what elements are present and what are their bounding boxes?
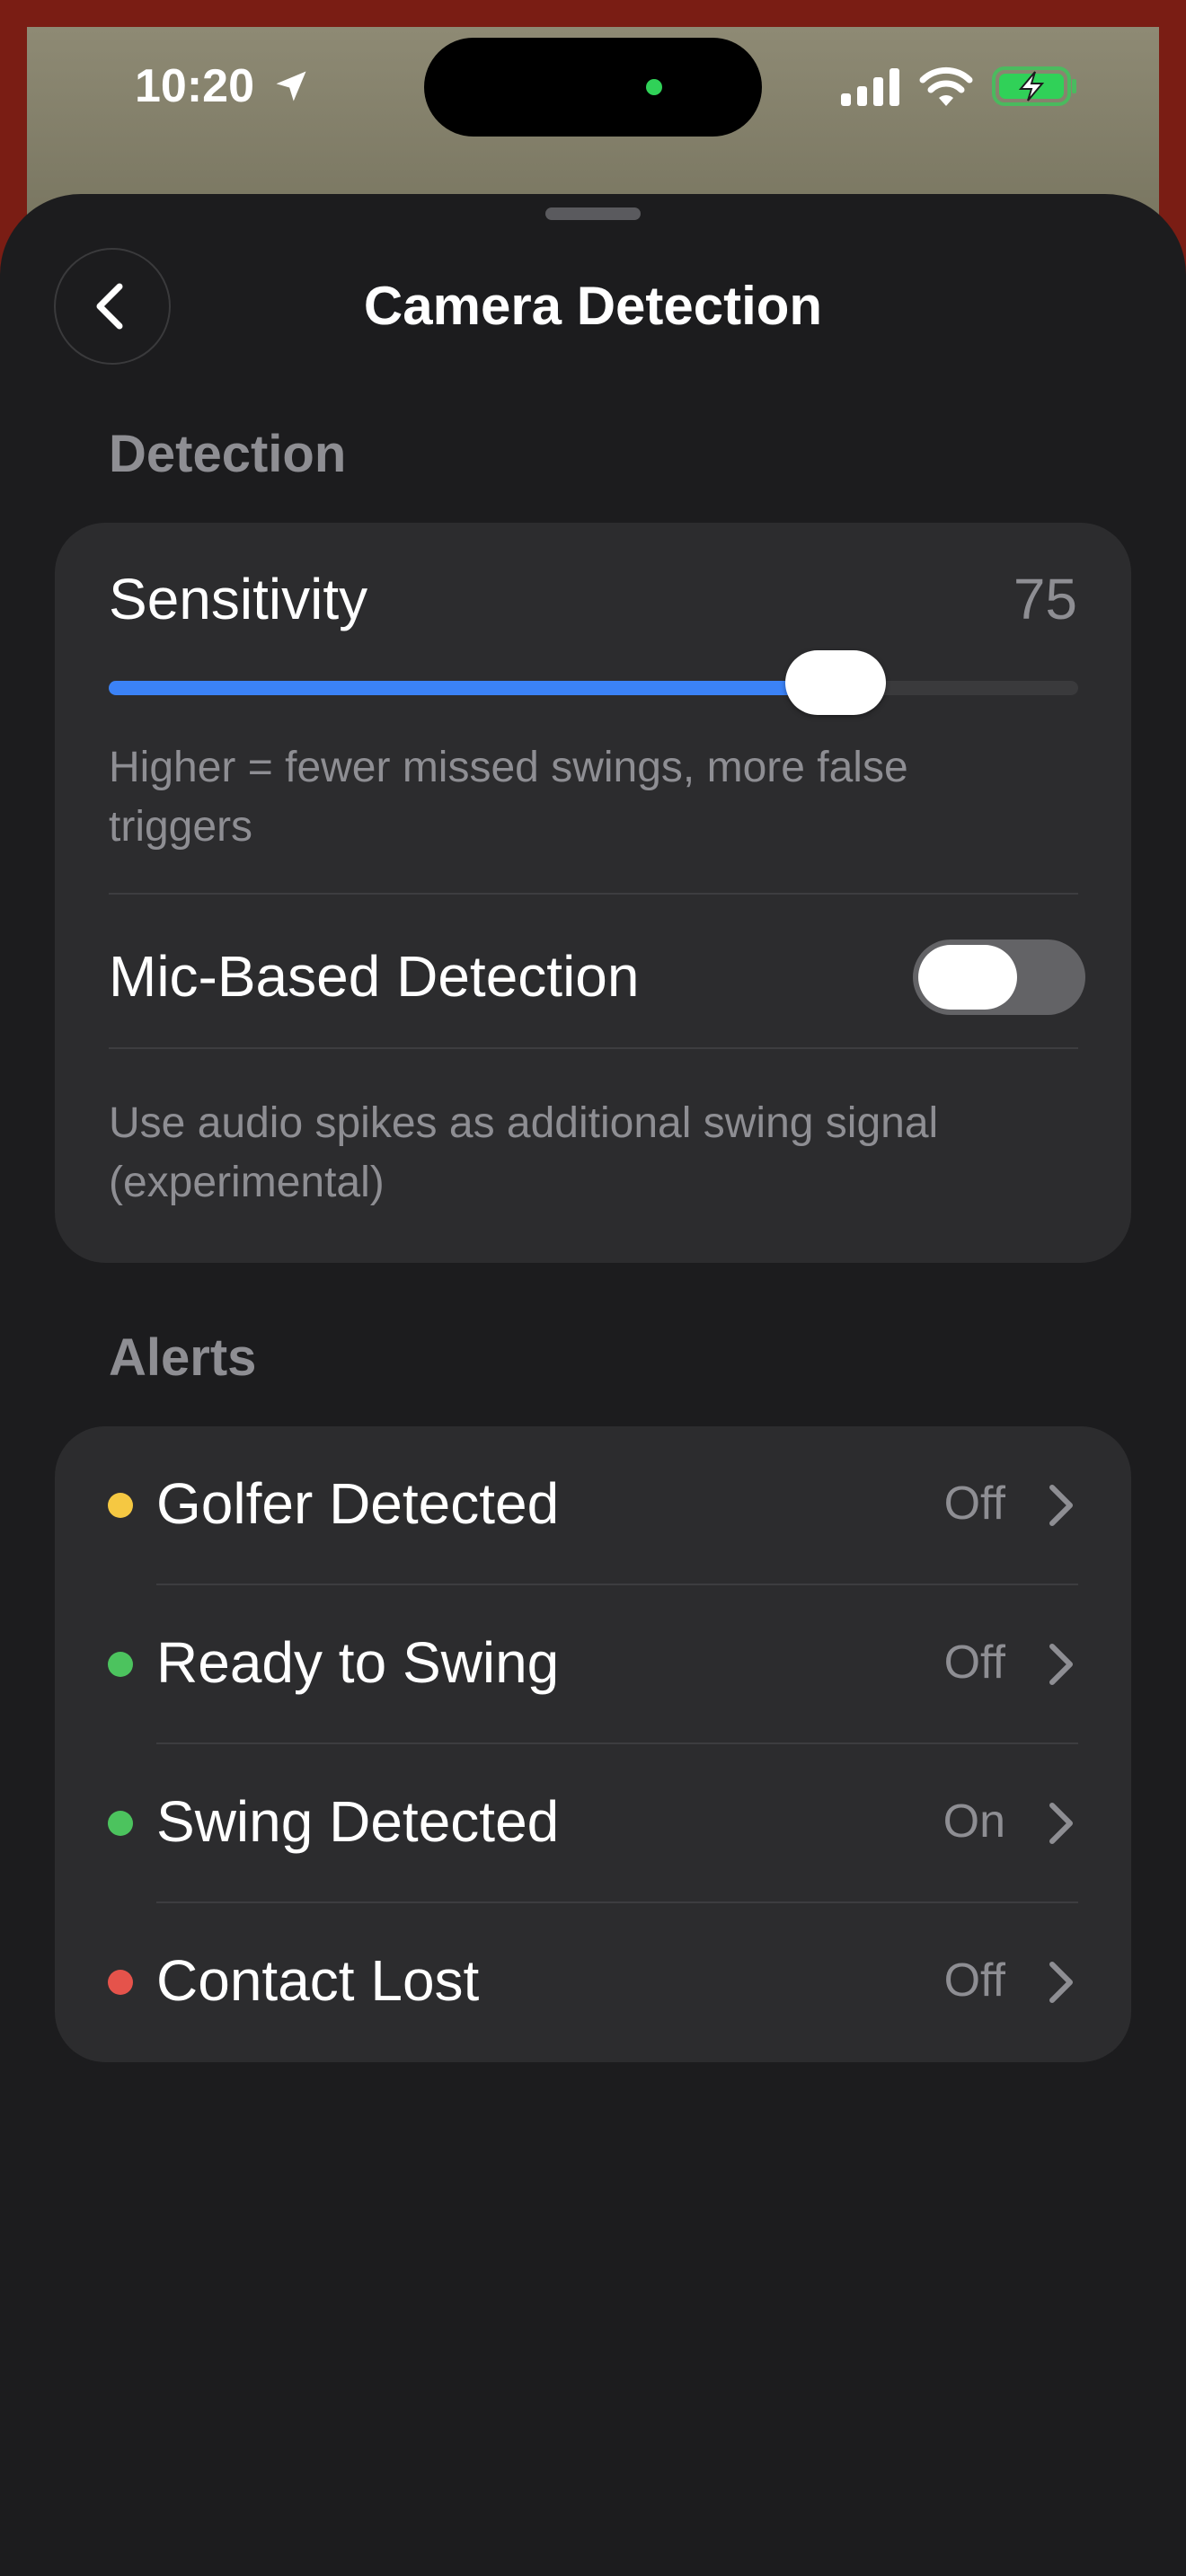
divider [109, 1047, 1078, 1049]
divider [109, 893, 1078, 895]
dynamic-island [424, 38, 762, 137]
alert-row-golfer-detected[interactable]: Golfer Detected Off [55, 1426, 1131, 1585]
cellular-signal-icon [841, 68, 899, 106]
alert-label: Golfer Detected [156, 1471, 560, 1536]
sensitivity-slider[interactable] [109, 650, 1078, 715]
settings-sheet: Camera Detection Detection Sensitivity 7… [0, 194, 1186, 2576]
status-bar: 10:20 [0, 0, 1186, 180]
page-title: Camera Detection [363, 276, 823, 336]
location-arrow-icon [276, 71, 306, 101]
status-dot [108, 1493, 133, 1518]
sensitivity-hint: Higher = fewer missed swings, more false… [109, 744, 908, 851]
sensitivity-label: Sensitivity [109, 567, 368, 631]
chevron-right-icon [1049, 1803, 1073, 1844]
alert-status: On [943, 1795, 1005, 1848]
alert-status: Off [943, 1636, 1005, 1689]
alert-row-contact-lost[interactable]: Contact Lost Off [55, 1903, 1131, 2062]
alert-label: Contact Lost [156, 1948, 480, 2013]
section-header-alerts: Alerts [109, 1328, 257, 1387]
toggle-knob [918, 945, 1017, 1010]
battery-charging-icon [992, 66, 1076, 106]
slider-thumb[interactable] [785, 650, 887, 715]
wifi-icon [919, 66, 973, 106]
status-dot [108, 1811, 133, 1836]
alert-row-swing-detected[interactable]: Swing Detected On [55, 1744, 1131, 1903]
alert-row-ready-to-swing[interactable]: Ready to Swing Off [55, 1585, 1131, 1744]
status-dot [108, 1970, 133, 1995]
mic-detection-label: Mic-Based Detection [109, 944, 640, 1009]
chevron-right-icon [1049, 1644, 1073, 1685]
alert-status: Off [943, 1954, 1005, 2007]
alert-label: Swing Detected [156, 1789, 560, 1854]
detection-card: Sensitivity 75 Higher = fewer missed swi… [55, 523, 1131, 1263]
mic-detection-toggle[interactable] [913, 940, 1085, 1015]
alert-label: Ready to Swing [156, 1630, 560, 1695]
chevron-right-icon [1049, 1485, 1073, 1526]
status-dot [108, 1652, 133, 1677]
sensitivity-value: 75 [1013, 567, 1077, 631]
mic-detection-hint: Use audio spikes as additional swing sig… [109, 1099, 939, 1206]
section-header-detection: Detection [109, 425, 347, 483]
slider-fill [109, 681, 836, 695]
sheet-grabber[interactable] [545, 207, 641, 220]
camera-indicator-dot [646, 79, 662, 95]
status-time: 10:20 [135, 60, 254, 112]
alert-status: Off [943, 1478, 1005, 1530]
alerts-card: Golfer Detected Off Ready to Swing Off S… [55, 1426, 1131, 2062]
chevron-right-icon [1049, 1962, 1073, 2003]
